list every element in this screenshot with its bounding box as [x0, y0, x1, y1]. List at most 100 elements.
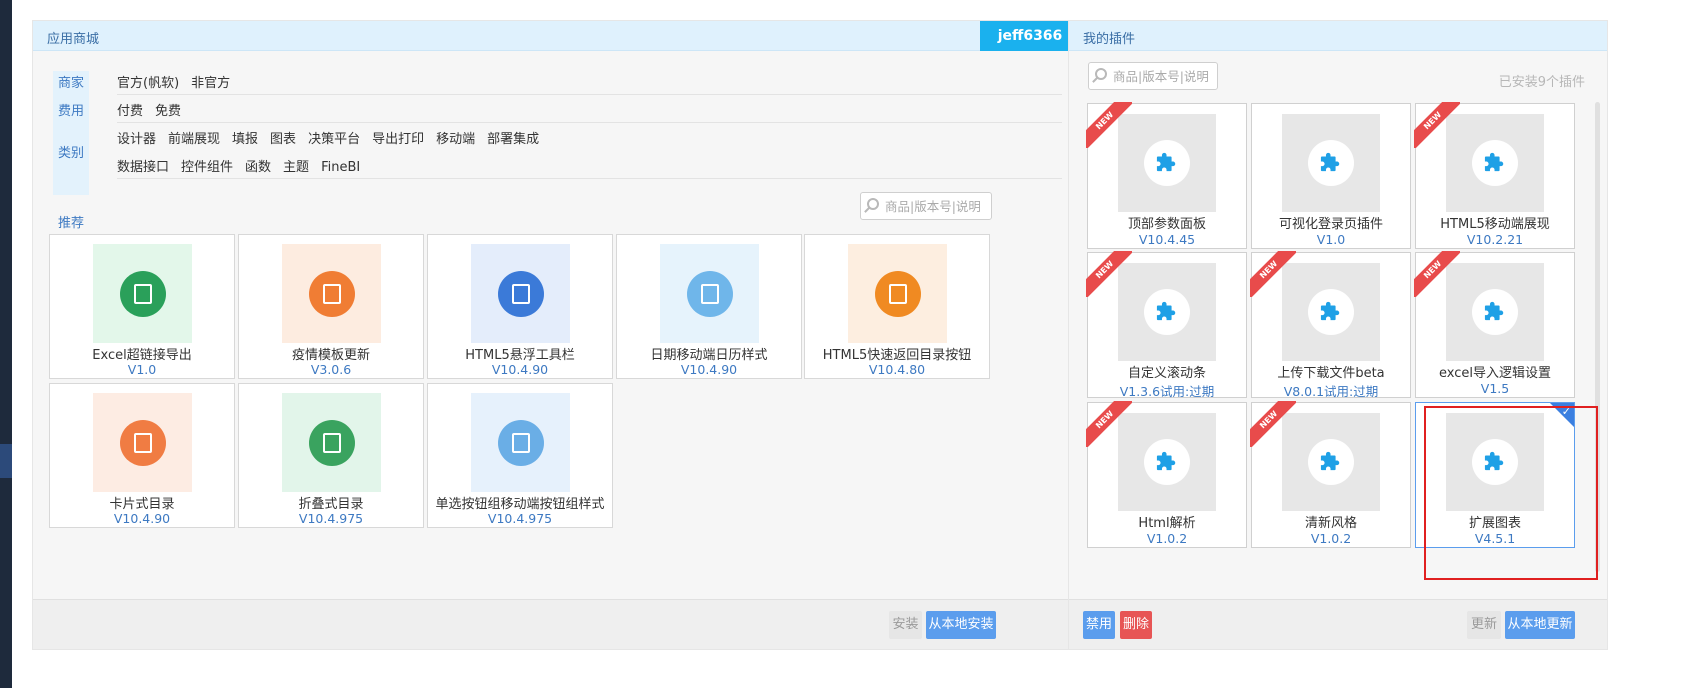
store-item-version: V10.4.975: [487, 511, 553, 526]
plugin-card[interactable]: 清新风格 V1.0.2 NEW: [1250, 401, 1411, 548]
store-item-card[interactable]: 日期移动端日历样式 V10.4.90: [616, 234, 802, 379]
filter-labels: 商家 费用 类别: [53, 71, 89, 195]
store-item-thumbnail: [93, 393, 192, 492]
filter-category-option-2[interactable]: 填报: [232, 132, 258, 147]
filter-vendor-option-1[interactable]: 非官方: [191, 76, 230, 91]
plugin-card[interactable]: 顶部参数面板 V10.4.45 NEW: [1086, 102, 1247, 249]
new-ribbon: NEW: [1250, 251, 1296, 297]
filter-fee-option-0[interactable]: 付费: [117, 104, 143, 119]
new-ribbon: NEW: [1086, 102, 1132, 148]
shield-plus-icon: [309, 271, 355, 317]
filter-fee-option-1[interactable]: 免费: [155, 104, 181, 119]
new-badge-label: NEW: [1250, 401, 1296, 447]
excel-link-icon: [120, 271, 166, 317]
plugin-card[interactable]: excel导入逻辑设置 V1.5 NEW: [1414, 251, 1575, 398]
filter-category-option-b-3[interactable]: 主题: [283, 160, 309, 175]
plugin-badge-circle: [1144, 140, 1190, 186]
store-item-thumbnail: [848, 244, 947, 343]
search-icon: [867, 198, 879, 210]
new-badge-label: NEW: [1414, 251, 1460, 297]
filter-category-option-1[interactable]: 前端展现: [168, 132, 220, 147]
user-badge[interactable]: jeff6366: [980, 21, 1080, 51]
store-item-card[interactable]: 单选按钮组移动端按钮组样式 V10.4.975: [427, 383, 613, 528]
filter-category-option-b-1[interactable]: 控件组件: [181, 160, 233, 175]
plugin-search-input[interactable]: [1113, 67, 1213, 85]
store-item-card[interactable]: 卡片式目录 V10.4.90: [49, 383, 235, 528]
filter-label-vendor[interactable]: 商家: [53, 72, 89, 91]
filter-category-option-5[interactable]: 导出打印: [372, 132, 424, 147]
store-item-name: 日期移动端日历样式: [650, 348, 768, 363]
sidebar-active-marker: [0, 444, 12, 478]
store-item-version: V10.4.90: [680, 362, 738, 377]
local-update-button[interactable]: 从本地更新: [1505, 611, 1575, 639]
delete-button[interactable]: 删除: [1120, 611, 1152, 639]
filter-category-option-3[interactable]: 图表: [270, 132, 296, 147]
new-badge-label: NEW: [1086, 401, 1132, 447]
disable-button[interactable]: 禁用: [1083, 611, 1115, 639]
store-item-version: V10.4.90: [113, 511, 171, 526]
store-item-thumbnail: [471, 393, 570, 492]
filter-category-option-b-0[interactable]: 数据接口: [117, 160, 169, 175]
store-item-thumbnail: [93, 244, 192, 343]
filter-label-fee[interactable]: 费用: [53, 100, 89, 119]
mobile-toolbar-icon: [498, 271, 544, 317]
store-item-card[interactable]: 折叠式目录 V10.4.975: [238, 383, 424, 528]
filter-category-option-6[interactable]: 移动端: [436, 132, 475, 147]
store-item-name: 单选按钮组移动端按钮组样式: [435, 497, 605, 512]
filter-category-option-b-2[interactable]: 函数: [245, 160, 271, 175]
plugin-card[interactable]: 可视化登录页插件 V1.0: [1251, 103, 1411, 249]
new-ribbon: NEW: [1414, 251, 1460, 297]
plugin-thumbnail: [1282, 413, 1380, 511]
new-badge-label: NEW: [1086, 251, 1132, 297]
plugin-version: V1.0.2: [1146, 531, 1188, 546]
filter-category-option-b-4[interactable]: FineBI: [321, 160, 360, 175]
new-ribbon: NEW: [1250, 401, 1296, 447]
plugin-badge-circle: [1472, 140, 1518, 186]
store-item-card[interactable]: HTML5悬浮工具栏 V10.4.90: [427, 234, 613, 379]
plugin-search-box[interactable]: [1088, 62, 1218, 90]
new-badge-label: NEW: [1414, 102, 1460, 148]
new-badge-label: NEW: [1250, 251, 1296, 297]
plugin-card[interactable]: HTML5移动端展现 V10.2.21 NEW: [1414, 102, 1575, 249]
plugin-name: 上传下载文件beta: [1277, 366, 1385, 381]
puzzle-icon: [1156, 300, 1178, 324]
puzzle-icon: [1320, 300, 1342, 324]
store-item-name: Excel超链接导出: [92, 348, 192, 363]
app-store-panel: 应用商城 jeff6366 商家 费用 类别 官方(帆软) 非官方 付费 免费 设计…: [32, 20, 1081, 650]
selection-highlight: [1424, 406, 1598, 580]
filter-category-option-4[interactable]: 决策平台: [308, 132, 360, 147]
store-item-card[interactable]: 疫情模板更新 V3.0.6: [238, 234, 424, 379]
store-item-name: 折叠式目录: [298, 497, 364, 512]
plugin-card[interactable]: 上传下载文件beta V8.0.1试用:过期 NEW: [1250, 251, 1411, 399]
recommend-label[interactable]: 推荐: [58, 212, 84, 231]
filter-category-option-7[interactable]: 部署集成: [487, 132, 539, 147]
plugin-card[interactable]: Html解析 V1.0.2 NEW: [1086, 401, 1247, 548]
plugin-thumbnail: [1118, 263, 1216, 361]
filter-vendor-option-0[interactable]: 官方(帆软): [117, 76, 179, 91]
app-store-header: 应用商城 jeff6366: [33, 21, 1080, 51]
plugin-thumbnail: [1118, 413, 1216, 511]
filter-label-category[interactable]: 类别: [53, 142, 89, 161]
plugin-version: V10.2.21: [1466, 232, 1524, 247]
store-search-input[interactable]: [885, 197, 987, 215]
new-ribbon: NEW: [1086, 251, 1132, 297]
plugin-name: 可视化登录页插件: [1278, 217, 1383, 232]
store-item-card[interactable]: Excel超链接导出 V1.0: [49, 234, 235, 379]
plugin-card[interactable]: 自定义滚动条 V1.3.6试用:过期 NEW: [1086, 251, 1247, 399]
filter-row-category-2: 数据接口 控件组件 函数 主题 FineBI: [117, 149, 1062, 179]
store-search-box[interactable]: [860, 192, 992, 220]
store-item-version: V10.4.975: [298, 511, 364, 526]
plugin-thumbnail: [1118, 114, 1216, 212]
filter-row-vendor: 官方(帆软) 非官方: [117, 65, 1062, 95]
plugin-thumbnail: [1446, 263, 1544, 361]
store-item-version: V10.4.80: [868, 362, 926, 377]
local-install-button[interactable]: 从本地安装: [926, 611, 996, 639]
install-button[interactable]: 安装: [889, 611, 922, 639]
store-item-card[interactable]: HTML5快速返回目录按钮 V10.4.80: [804, 234, 990, 379]
store-item-version: V3.0.6: [310, 362, 352, 377]
mobile-calendar-icon: [687, 271, 733, 317]
filter-category-option-0[interactable]: 设计器: [117, 132, 156, 147]
store-item-name: HTML5快速返回目录按钮: [822, 348, 972, 363]
update-button[interactable]: 更新: [1467, 611, 1501, 639]
plugin-version: V1.0: [1316, 232, 1346, 247]
